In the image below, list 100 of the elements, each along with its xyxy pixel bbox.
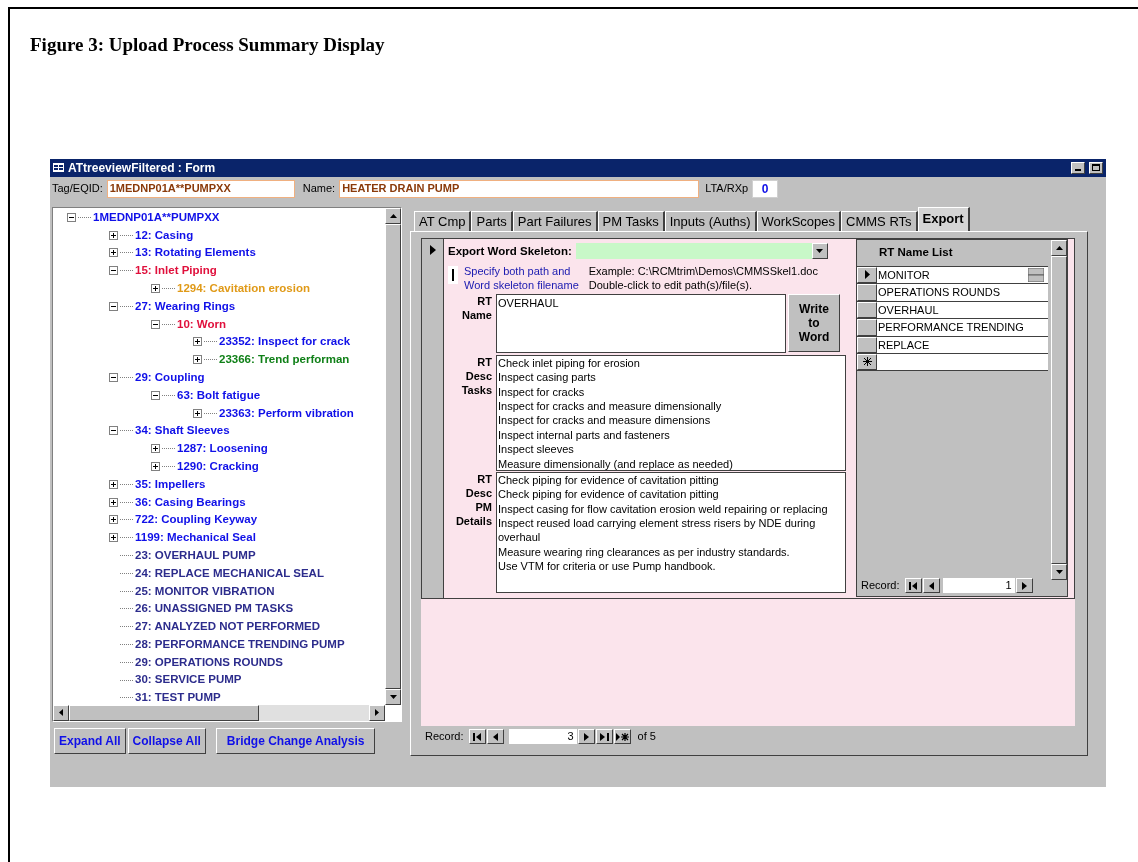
record-field[interactable]: 1 [942, 578, 1015, 593]
row-selector[interactable] [857, 336, 877, 353]
expand-icon[interactable] [109, 479, 118, 489]
collapse-icon[interactable] [151, 319, 160, 329]
tree-item[interactable]: 27: ANALYZED NOT PERFORMED [135, 618, 321, 636]
tag-field[interactable]: 1MEDNP01A**PUMPXX [106, 179, 295, 198]
tree-item[interactable]: 63: Bolt fatigue [177, 386, 261, 404]
expand-icon[interactable] [151, 444, 160, 454]
expand-icon[interactable] [109, 515, 118, 525]
tree-item[interactable]: 23352: Inspect for crack [219, 333, 351, 351]
tab[interactable]: CMMS RTs [841, 210, 918, 231]
tree-item[interactable]: 30: SERVICE PUMP [135, 671, 242, 689]
tree-item[interactable]: 26: UNASSIGNED PM TASKS [135, 600, 294, 618]
tree-item[interactable]: 1199: Mechanical Seal [135, 529, 256, 547]
row-selector[interactable] [857, 301, 877, 318]
tree-item[interactable]: 15: Inlet Piping [135, 262, 217, 280]
expand-icon[interactable] [109, 230, 118, 240]
expand-icon[interactable] [109, 533, 118, 543]
maximize-button[interactable] [1089, 161, 1103, 174]
list-header: RT Name List [878, 244, 954, 260]
first-record-button[interactable] [468, 729, 486, 744]
tab[interactable]: Inputs (Auths) [664, 210, 757, 231]
tab[interactable]: Parts [471, 210, 513, 231]
collapse-icon[interactable] [109, 426, 118, 436]
details-field[interactable]: Check piping for evidence of cavitation pitting Check piping for evidence of cavitation pitting Inspect casing for flow cavitation erosion weld repairing or replacing Inspect reused load carrying element stress risers by NDE during overhaul Measure wearing ring clearances as per industry standards. Use VTM for criteria or use Pump handbook. [496, 471, 846, 593]
tab[interactable]: PM Tasks [597, 210, 665, 231]
tree-item[interactable]: 1MEDNP01A**PUMPXX [93, 208, 220, 226]
collapse-icon[interactable] [151, 390, 160, 400]
row-selector[interactable] [857, 266, 877, 283]
tree-item[interactable]: 29: OPERATIONS ROUNDS [135, 653, 284, 671]
list-cell[interactable] [877, 354, 1048, 370]
next-icon [583, 732, 589, 741]
tree-item[interactable]: 23363: Perform vibration [219, 404, 354, 422]
expand-icon[interactable] [193, 355, 202, 365]
previous-record-button[interactable] [486, 729, 504, 744]
text-field[interactable] [448, 265, 458, 284]
tree-item[interactable]: 34: Shaft Sleeves [135, 422, 230, 440]
list-cell[interactable]: REPLACE [877, 336, 1048, 353]
write-to-word-button[interactable]: Write to Word [788, 293, 840, 352]
list-cell[interactable]: MONITOR [877, 266, 1048, 283]
expand-icon[interactable] [109, 497, 118, 507]
horizontal-scrollbar[interactable] [53, 704, 385, 721]
tree-item[interactable]: 24: REPLACE MECHANICAL SEAL [135, 564, 324, 582]
tree-item[interactable]: 23366: Trend performan [219, 351, 350, 369]
tree-item[interactable]: 28: PERFORMANCE TRENDING PUMP [135, 635, 345, 654]
tree-item[interactable]: 29: Coupling [135, 368, 205, 387]
tree-item[interactable]: 36: Casing Bearings [135, 493, 246, 511]
field-label: Tag/EQID: [52, 181, 103, 197]
expand-icon[interactable] [151, 284, 160, 294]
record-selector[interactable] [422, 238, 444, 598]
field-label: Name: [302, 181, 336, 197]
record-field[interactable]: 3 [508, 729, 577, 744]
rt-name-field[interactable]: OVERHAUL [496, 293, 786, 353]
next-record-button[interactable] [577, 729, 595, 744]
last-record-button[interactable] [595, 729, 613, 744]
new-record-button[interactable] [613, 729, 631, 744]
tree-item[interactable]: 10: Worn [177, 315, 226, 333]
first-record-button[interactable] [904, 578, 922, 593]
expand-icon[interactable] [193, 337, 202, 347]
tree-item[interactable]: 23: OVERHAUL PUMP [135, 546, 256, 565]
tree-item[interactable]: 31: TEST PUMP [135, 689, 221, 705]
collapse-icon[interactable] [109, 266, 118, 276]
action-button[interactable]: Collapse All [127, 727, 206, 754]
expand-icon[interactable] [193, 408, 202, 418]
name-field[interactable]: HEATER DRAIN PUMP [339, 179, 700, 198]
expand-icon[interactable] [109, 248, 118, 258]
tree-item[interactable]: 1287: Loosening [177, 440, 268, 458]
tab[interactable]: AT Cmp [414, 210, 472, 231]
tree-item[interactable]: 13: Rotating Elements [135, 244, 256, 262]
scrollbar[interactable] [1051, 239, 1067, 580]
action-button[interactable]: Expand All [54, 727, 126, 754]
expand-icon[interactable] [151, 462, 160, 472]
row-selector[interactable] [857, 284, 877, 301]
window-title: ATtreeviewFiltered : Form [68, 159, 216, 177]
next-record-button[interactable] [1015, 578, 1033, 593]
collapse-icon[interactable] [109, 373, 118, 383]
list-cell[interactable]: OVERHAUL [877, 301, 1048, 318]
list-cell[interactable]: OPERATIONS ROUNDS [877, 284, 1048, 301]
lta-field[interactable]: 0 [752, 179, 779, 198]
minimize-button[interactable] [1071, 161, 1085, 174]
tab[interactable]: WorkScopes [756, 210, 842, 231]
tab[interactable]: Part Failures [512, 210, 598, 231]
row-selector[interactable] [857, 319, 877, 336]
current-record-icon [864, 270, 870, 280]
tree-item[interactable]: 27: Wearing Rings [135, 297, 236, 315]
tree-item[interactable]: 12: Casing [135, 226, 194, 244]
field-label: LTA/RXp [705, 181, 749, 197]
action-button[interactable]: Bridge Change Analysis [215, 727, 376, 754]
tab[interactable]: Export [917, 206, 970, 231]
scrollbar[interactable] [385, 207, 401, 705]
tree-item[interactable]: 35: Impellers [135, 475, 206, 493]
tasks-field[interactable]: Check inlet piping for erosion Inspect casing parts Inspect for cracks Inspect for cracks and measure dimensionally Inspect for cracks and measure dimensions Inspect internal parts and fasteners Inspect sleeves Measure dimensionally (and replace as needed) [496, 354, 846, 471]
previous-record-button[interactable] [922, 578, 940, 593]
tree-item[interactable]: 722: Coupling Keyway [135, 511, 258, 529]
list-cell[interactable]: PERFORMANCE TRENDING [877, 319, 1048, 336]
new-row-icon [862, 357, 872, 367]
collapse-icon[interactable] [109, 301, 118, 311]
collapse-icon[interactable] [67, 212, 76, 222]
tree-item[interactable]: 25: MONITOR VIBRATION [135, 582, 275, 600]
tree-item[interactable]: 1290: Cracking [177, 457, 259, 476]
